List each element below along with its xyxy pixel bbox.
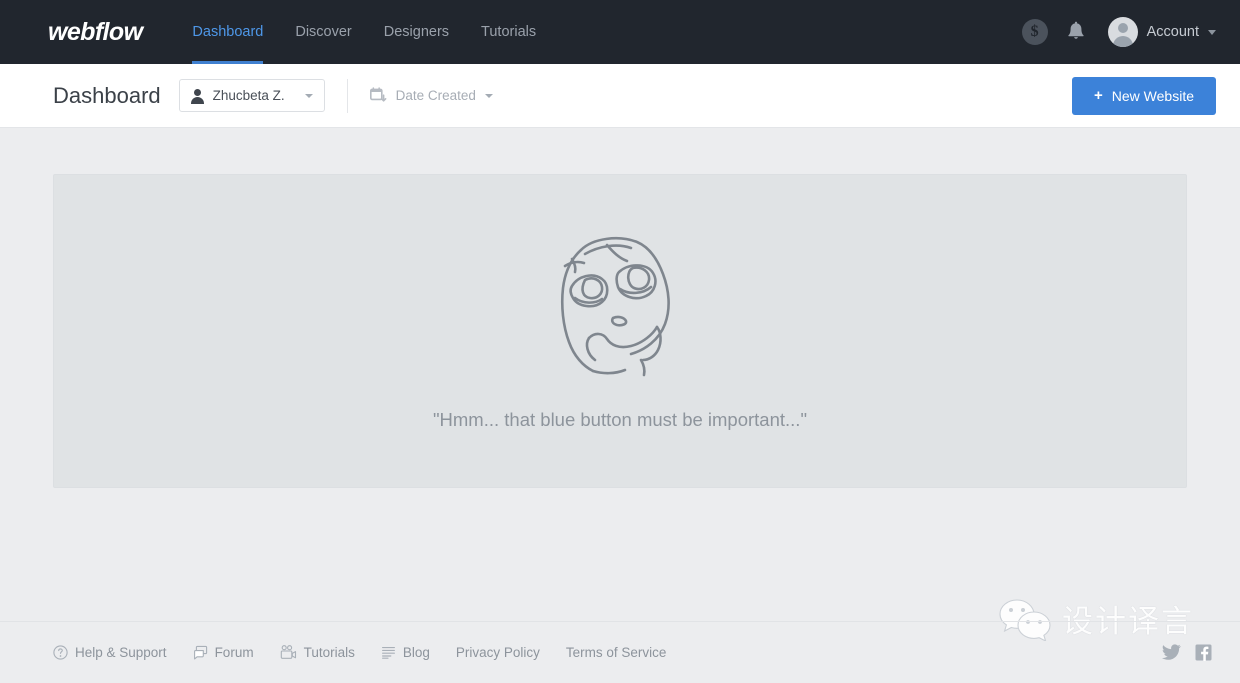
footer-link-blog[interactable]: Blog [381, 645, 430, 660]
chevron-down-icon [485, 94, 493, 98]
user-filter-value: Zhucbeta Z. [213, 88, 296, 103]
nav-link-tutorials[interactable]: Tutorials [465, 0, 552, 64]
main-content: "Hmm... that blue button must be importa… [0, 128, 1240, 623]
calendar-sort-icon [370, 87, 387, 104]
chat-bubble-icon [193, 645, 208, 660]
user-filter-dropdown[interactable]: Zhucbeta Z. [179, 79, 325, 112]
footer-link-label: Privacy Policy [456, 645, 540, 660]
person-icon [191, 89, 204, 103]
primary-nav: Dashboard Discover Designers Tutorials [176, 0, 552, 64]
footer-link-help-support[interactable]: Help & Support [53, 645, 167, 660]
webflow-logo[interactable]: webflow [48, 18, 142, 47]
footer-links: Help & Support Forum Tutorials [53, 645, 692, 660]
footer: Help & Support Forum Tutorials [0, 621, 1240, 683]
chevron-down-icon [1208, 30, 1216, 35]
footer-link-terms-of-service[interactable]: Terms of Service [566, 645, 667, 660]
chevron-down-icon [305, 94, 313, 98]
footer-link-tutorials[interactable]: Tutorials [280, 645, 355, 660]
new-website-button-label: New Website [1112, 88, 1194, 104]
video-camera-icon [280, 645, 297, 660]
sub-header: Dashboard Zhucbeta Z. Date Created + New… [0, 64, 1240, 128]
footer-link-label: Forum [215, 645, 254, 660]
question-circle-icon [53, 645, 68, 660]
footer-link-label: Blog [403, 645, 430, 660]
account-menu[interactable]: Account [1108, 17, 1216, 47]
empty-state-panel: "Hmm... that blue button must be importa… [53, 174, 1187, 488]
lines-list-icon [381, 645, 396, 660]
account-label: Account [1147, 24, 1199, 40]
facebook-icon[interactable] [1195, 644, 1212, 661]
sort-value: Date Created [396, 88, 476, 103]
avatar [1108, 17, 1138, 47]
nav-link-designers[interactable]: Designers [368, 0, 465, 64]
nav-link-dashboard[interactable]: Dashboard [176, 0, 279, 64]
top-navbar: webflow Dashboard Discover Designers Tut… [0, 0, 1240, 64]
footer-link-label: Terms of Service [566, 645, 667, 660]
twitter-icon[interactable] [1162, 644, 1181, 661]
header-divider [347, 79, 348, 113]
page-title: Dashboard [53, 83, 161, 109]
new-website-button[interactable]: + New Website [1072, 77, 1216, 115]
empty-state-caption: "Hmm... that blue button must be importa… [433, 409, 807, 431]
bell-icon[interactable] [1066, 21, 1086, 43]
nav-link-discover[interactable]: Discover [279, 0, 367, 64]
plus-icon: + [1094, 88, 1103, 103]
footer-link-privacy-policy[interactable]: Privacy Policy [456, 645, 540, 660]
footer-link-forum[interactable]: Forum [193, 645, 254, 660]
sort-dropdown[interactable]: Date Created [370, 87, 493, 104]
footer-link-label: Tutorials [304, 645, 355, 660]
thinking-rage-face-illustration [545, 232, 695, 377]
dollar-circle-icon[interactable]: $ [1022, 19, 1048, 45]
navbar-right-actions: $ Account [1022, 17, 1216, 47]
footer-social-links [1162, 644, 1212, 661]
footer-link-label: Help & Support [75, 645, 167, 660]
